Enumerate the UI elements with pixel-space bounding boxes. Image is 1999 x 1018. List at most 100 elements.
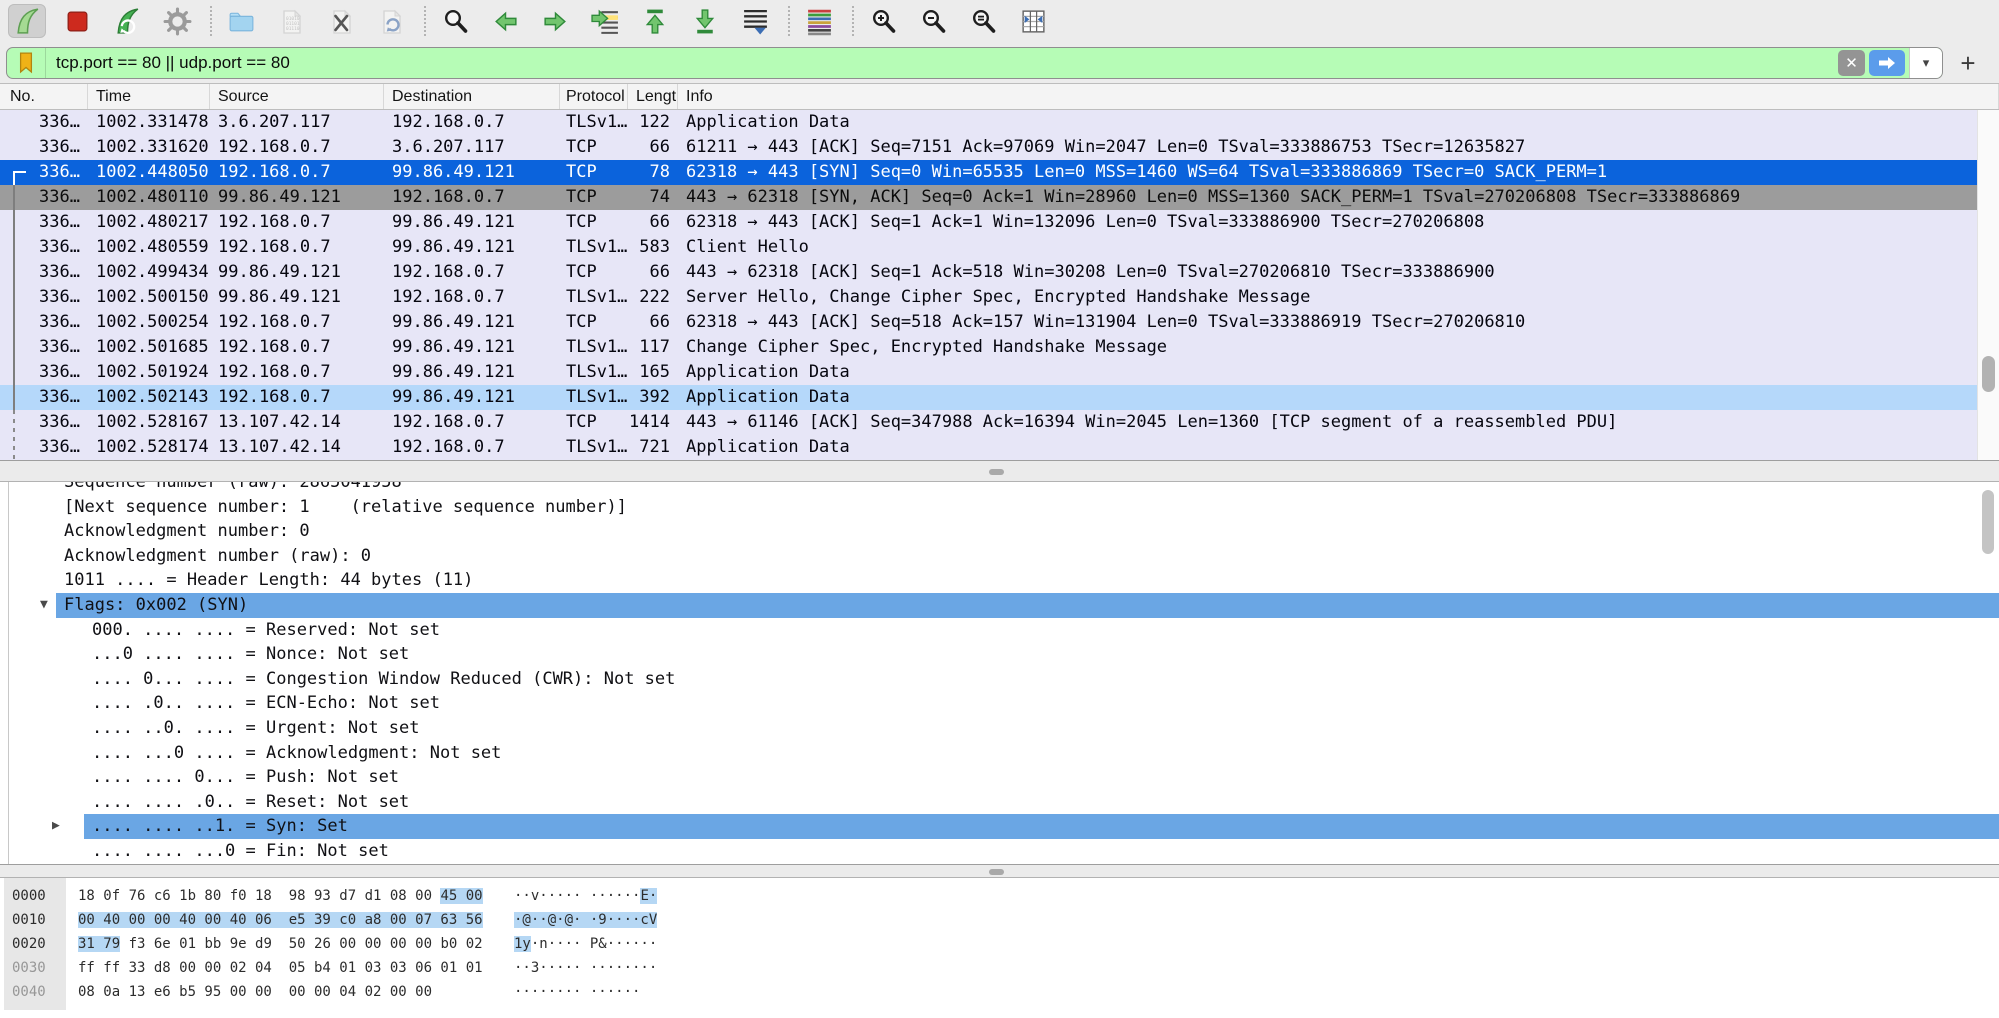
zoom-in-button[interactable] [864, 4, 902, 38]
packet-list-scrollbar[interactable] [1977, 110, 1999, 460]
zoom-reset-button[interactable] [964, 4, 1002, 38]
splitter-grip[interactable] [989, 469, 1004, 475]
list-details-splitter[interactable] [0, 460, 1999, 482]
start-capture-button[interactable] [8, 4, 46, 38]
column-header-protocol[interactable]: Protocol [560, 84, 628, 109]
cell-info: Application Data [678, 110, 1977, 135]
hex-ascii[interactable]: ··v····· ······E· [514, 884, 657, 908]
filter-add-button[interactable]: + [1950, 47, 1986, 79]
cell-source: 192.168.0.7 [210, 385, 384, 410]
splitter-grip[interactable] [989, 869, 1004, 875]
hex-bytes[interactable]: 00 40 00 00 40 00 40 06 e5 39 c0 a8 00 0… [78, 908, 483, 932]
detail-row[interactable]: .... ...0 .... = Acknowledgment: Not set [0, 741, 1999, 766]
detail-row[interactable]: .... ..0. .... = Urgent: Not set [0, 716, 1999, 741]
packet-row-13[interactable]: 336…1002.52816713.107.42.14192.168.0.7TC… [0, 410, 1977, 435]
packet-row-3[interactable]: 336…1002.448050192.168.0.799.86.49.121TC… [0, 160, 1977, 185]
hex-offset: 0030 [12, 956, 46, 980]
cell-info: Client Hello [678, 235, 1977, 260]
go-to-packet-button[interactable] [586, 4, 624, 38]
packet-list-scrollbar-thumb[interactable] [1982, 356, 1995, 392]
hex-row-0030[interactable]: 0030 ff ff 33 d8 00 00 02 04 05 b4 01 03 … [0, 956, 1999, 980]
apply-arrow-icon [1877, 56, 1897, 70]
column-header-destination[interactable]: Destination [384, 84, 560, 109]
hex-row-0000[interactable]: 000018 0f 76 c6 1b 80 f0 18 98 93 d7 d1 … [0, 884, 1999, 908]
detail-row[interactable]: [Next sequence number: 1 (relative seque… [0, 495, 1999, 520]
hex-ascii[interactable]: ········ ······ [514, 980, 640, 1004]
detail-row[interactable]: 000. .... .... = Reserved: Not set [0, 618, 1999, 643]
reload-file-button[interactable] [372, 4, 410, 38]
detail-row[interactable]: ▼Flags: 0x002 (SYN) [0, 593, 1999, 618]
cell-protocol: TCP [560, 160, 628, 185]
stop-capture-button[interactable] [58, 4, 96, 38]
detail-text: .... .... 0... = Push: Not set [92, 765, 399, 790]
detail-row[interactable]: Sequence number (raw): 2865041958 [0, 482, 1999, 495]
packet-row-9[interactable]: 336…1002.500254192.168.0.799.86.49.121TC… [0, 310, 1977, 335]
packet-row-4[interactable]: 336…1002.48011099.86.49.121192.168.0.7TC… [0, 185, 1977, 210]
hex-row-0040[interactable]: 004008 0a 13 e6 b5 95 00 00 00 00 04 02 … [0, 980, 1999, 1004]
packet-row-14[interactable]: 336…1002.52817413.107.42.14192.168.0.7TL… [0, 435, 1977, 460]
column-header-length[interactable]: Length [628, 84, 678, 109]
hex-row-0020[interactable]: 002031 79 f3 6e 01 bb 9e d9 50 26 00 00 … [0, 932, 1999, 956]
hex-bytes[interactable]: 08 0a 13 e6 b5 95 00 00 00 00 04 02 00 0… [78, 980, 432, 1004]
column-header-source[interactable]: Source [210, 84, 384, 109]
cell-info: 443 → 61146 [ACK] Seq=347988 Ack=16394 W… [678, 410, 1977, 435]
close-file-button[interactable] [322, 4, 360, 38]
filter-dropdown-caret[interactable]: ▾ [1909, 48, 1942, 78]
detail-row[interactable]: .... .... 0... = Push: Not set [0, 765, 1999, 790]
detail-row[interactable]: .... .... ...0 = Fin: Not set [0, 839, 1999, 864]
detail-row[interactable]: Acknowledgment number (raw): 0 [0, 544, 1999, 569]
capture-options-button[interactable] [158, 4, 196, 38]
find-packet-button[interactable] [436, 4, 474, 38]
save-file-button[interactable]: 010100110101110 [272, 4, 310, 38]
packet-row-11[interactable]: 336…1002.501924192.168.0.799.86.49.121TL… [0, 360, 1977, 385]
details-scrollbar-thumb[interactable] [1982, 490, 1994, 554]
hex-ascii[interactable]: ··3····· ········ [514, 956, 657, 980]
hex-bytes[interactable]: 31 79 f3 6e 01 bb 9e d9 50 26 00 00 00 0… [78, 932, 483, 956]
go-forward-button[interactable] [536, 4, 574, 38]
hex-ascii[interactable]: ·@··@·@· ·9····cV [514, 908, 657, 932]
resize-columns-button[interactable] [1014, 4, 1052, 38]
packet-row-1[interactable]: 336…1002.3314783.6.207.117192.168.0.7TLS… [0, 110, 1977, 135]
packet-row-8[interactable]: 336…1002.50015099.86.49.121192.168.0.7TL… [0, 285, 1977, 310]
packet-row-7[interactable]: 336…1002.49943499.86.49.121192.168.0.7TC… [0, 260, 1977, 285]
packet-row-12[interactable]: 336…1002.502143192.168.0.799.86.49.121TL… [0, 385, 1977, 410]
cell-destination: 99.86.49.121 [384, 235, 560, 260]
column-header-info[interactable]: Info [678, 84, 1999, 109]
go-back-button[interactable] [486, 4, 524, 38]
auto-scroll-button[interactable] [736, 4, 774, 38]
column-header-time[interactable]: Time [88, 84, 210, 109]
packet-row-6[interactable]: 336…1002.480559192.168.0.799.86.49.121TL… [0, 235, 1977, 260]
detail-row[interactable]: ▶.... .... ..1. = Syn: Set [0, 814, 1999, 839]
hex-bytes[interactable]: ff ff 33 d8 00 00 02 04 05 b4 01 03 03 0… [78, 956, 483, 980]
hex-row-0010[interactable]: 001000 40 00 00 40 00 40 06 e5 39 c0 a8 … [0, 908, 1999, 932]
resize-icon [1019, 7, 1048, 36]
details-bytes-splitter[interactable] [0, 864, 1999, 878]
go-first-packet-button[interactable] [636, 4, 674, 38]
detail-row[interactable]: ...0 .... .... = Nonce: Not set [0, 642, 1999, 667]
display-filter-input[interactable]: tcp.port == 80 || udp.port == 80 ✕ ▾ [6, 47, 1943, 79]
filter-apply-button[interactable] [1869, 50, 1905, 76]
packet-row-10[interactable]: 336…1002.501685192.168.0.799.86.49.121TL… [0, 335, 1977, 360]
detail-row[interactable]: .... 0... .... = Congestion Window Reduc… [0, 667, 1999, 692]
column-header-no[interactable]: No. [0, 84, 88, 109]
svg-text:01110: 01110 [286, 26, 300, 32]
filter-bookmark-icon[interactable] [7, 48, 46, 78]
open-file-button[interactable] [222, 4, 260, 38]
detail-row[interactable]: .... .0.. .... = ECN-Echo: Not set [0, 691, 1999, 716]
cell-protocol: TLSv1… [560, 110, 628, 135]
hex-bytes[interactable]: 18 0f 76 c6 1b 80 f0 18 98 93 d7 d1 08 0… [78, 884, 483, 908]
detail-row[interactable]: .... .... .0.. = Reset: Not set [0, 790, 1999, 815]
collapse-triangle-icon[interactable]: ▼ [40, 593, 48, 618]
detail-row[interactable]: 1011 .... = Header Length: 44 bytes (11) [0, 568, 1999, 593]
zoom-out-button[interactable] [914, 4, 952, 38]
packet-row-2[interactable]: 336…1002.331620192.168.0.73.6.207.117TCP… [0, 135, 1977, 160]
go-last-packet-button[interactable] [686, 4, 724, 38]
colorize-button[interactable] [800, 4, 838, 38]
expand-triangle-icon[interactable]: ▶ [52, 814, 60, 839]
packet-row-5[interactable]: 336…1002.480217192.168.0.799.86.49.121TC… [0, 210, 1977, 235]
restart-capture-button[interactable] [108, 4, 146, 38]
detail-row[interactable]: Acknowledgment number: 0 [0, 519, 1999, 544]
filter-clear-button[interactable]: ✕ [1838, 50, 1865, 76]
display-filter-text[interactable]: tcp.port == 80 || udp.port == 80 [46, 53, 1838, 73]
hex-ascii[interactable]: 1y·n···· P&······ [514, 932, 657, 956]
